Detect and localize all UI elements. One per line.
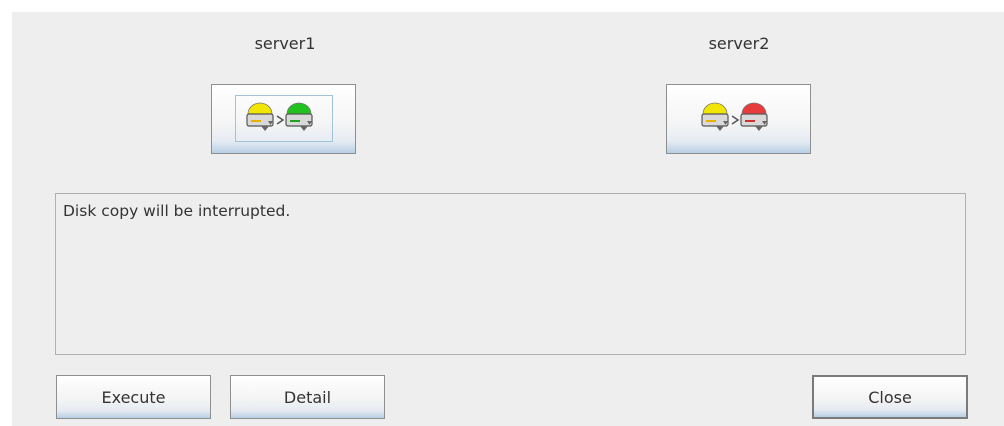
message-text: Disk copy will be interrupted. <box>63 202 291 220</box>
message-area: Disk copy will be interrupted. <box>55 193 966 355</box>
execute-button[interactable]: Execute <box>56 375 211 419</box>
server2-button[interactable] <box>666 84 811 154</box>
server1-label: server1 <box>254 34 316 53</box>
target-disk-icon <box>740 102 768 131</box>
chevron-right-icon <box>731 115 740 125</box>
disk-copy-status-icon <box>246 102 313 131</box>
chevron-right-icon <box>276 115 285 125</box>
disk-copy-status-icon <box>701 102 768 131</box>
server1-button[interactable] <box>211 84 356 154</box>
target-disk-icon <box>285 102 313 131</box>
close-button[interactable]: Close <box>812 375 968 419</box>
server2-label: server2 <box>708 34 770 53</box>
source-disk-icon <box>701 102 729 131</box>
detail-button[interactable]: Detail <box>230 375 385 419</box>
source-disk-icon <box>246 102 274 131</box>
